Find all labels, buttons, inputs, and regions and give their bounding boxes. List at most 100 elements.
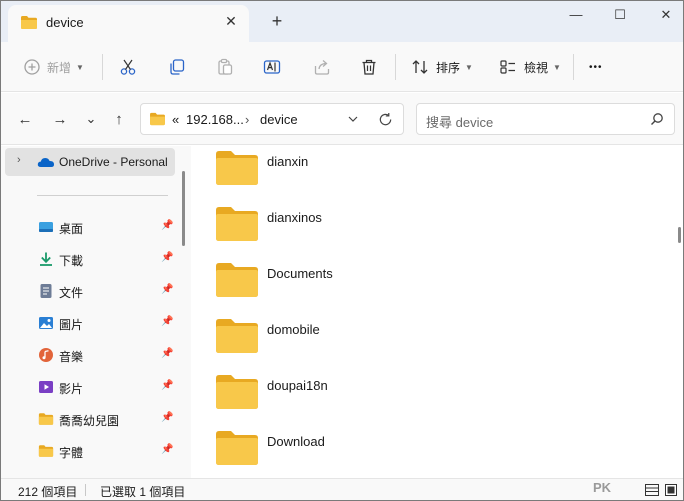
chevron-down-icon: ▼	[76, 62, 84, 72]
minimize-icon[interactable]: —	[561, 3, 591, 27]
sidebar-item-label: 音樂	[59, 350, 84, 364]
sidebar-item-label: 桌面	[59, 222, 84, 236]
breadcrumb-overflow[interactable]: «	[172, 112, 179, 127]
sidebar-item-desktop[interactable]: 桌面 📌	[1, 213, 179, 241]
chevron-down-icon: ▼	[553, 62, 561, 72]
selection-count: 已選取 1 個項目	[100, 485, 186, 499]
onedrive-icon	[37, 158, 55, 167]
tab-device[interactable]: device ✕	[8, 5, 249, 42]
pin-icon[interactable]: 📌	[161, 284, 173, 295]
pin-icon[interactable]: 📌	[161, 380, 173, 391]
sidebar-item-music[interactable]: 音樂 📌	[1, 341, 179, 369]
content-scrollbar[interactable]	[678, 227, 681, 243]
delete-button[interactable]	[360, 54, 378, 80]
details-view-icon[interactable]	[645, 484, 659, 496]
desktop-icon	[39, 222, 53, 232]
paste-button[interactable]	[216, 54, 234, 80]
status-divider	[85, 484, 86, 496]
file-name: doupai18n	[267, 378, 328, 393]
pin-icon[interactable]: 📌	[161, 220, 173, 231]
search-placeholder: 搜尋 device	[426, 115, 494, 130]
pin-icon[interactable]: 📌	[161, 252, 173, 263]
pictures-icon	[39, 317, 53, 329]
sidebar-item-onedrive[interactable]: › OneDrive - Personal	[5, 148, 175, 176]
share-icon	[314, 60, 330, 75]
pin-icon[interactable]: 📌	[161, 316, 173, 327]
maximize-icon[interactable]: ☐	[605, 3, 635, 27]
back-button[interactable]: ←	[15, 109, 35, 129]
chevron-down-icon: ▼	[465, 62, 473, 72]
sidebar-item-label: 喬喬幼兒園	[59, 414, 120, 428]
view-icon	[500, 60, 515, 74]
sidebar-item-fonts[interactable]: 字體 📌	[1, 437, 179, 465]
sidebar-item-folder[interactable]: 喬喬幼兒園 📌	[1, 405, 179, 433]
breadcrumb-item[interactable]: 192.168...	[186, 112, 244, 127]
large-icons-view-icon[interactable]	[665, 484, 677, 496]
sort-button[interactable]: 排序 ▼	[411, 54, 473, 80]
rename-button[interactable]	[263, 54, 281, 80]
breadcrumb-item[interactable]: device	[260, 112, 298, 127]
sidebar-item-videos[interactable]: 影片 📌	[1, 373, 179, 401]
tab-title: device	[46, 15, 84, 30]
new-tab-icon[interactable]: +	[267, 11, 287, 31]
toolbar-divider	[395, 54, 396, 80]
pin-icon[interactable]: 📌	[161, 412, 173, 423]
file-name: Documents	[267, 266, 333, 281]
toolbar-divider	[102, 54, 103, 80]
pin-icon[interactable]: 📌	[161, 444, 173, 455]
folder-icon	[216, 319, 258, 353]
folder-icon	[216, 151, 258, 185]
new-button[interactable]: 新增 ▼	[23, 54, 84, 80]
cut-icon	[120, 59, 136, 75]
pin-icon[interactable]: 📌	[161, 348, 173, 359]
list-item[interactable]: dianxinos	[215, 204, 515, 244]
documents-icon	[40, 284, 52, 298]
chevron-right-icon[interactable]: ›	[17, 154, 21, 166]
list-item[interactable]: dianxin	[215, 148, 515, 188]
list-item[interactable]: Documents	[215, 260, 515, 300]
item-count: 212 個項目	[18, 485, 78, 499]
chevron-down-icon[interactable]	[348, 115, 358, 123]
up-button[interactable]: ↑	[109, 109, 129, 129]
sidebar-item-downloads[interactable]: 下載 📌	[1, 245, 179, 273]
more-button[interactable]: •••	[589, 54, 603, 80]
sidebar-item-label: 影片	[59, 382, 84, 396]
view-button[interactable]: 檢視 ▼	[499, 54, 561, 80]
folder-icon	[38, 413, 54, 425]
folder-icon	[216, 263, 258, 297]
close-window-icon[interactable]: ✕	[651, 3, 681, 27]
file-name: Download	[267, 434, 325, 449]
navigation-pane: › OneDrive - Personal 桌面 📌 下載 📌 文件 📌 圖片 …	[1, 146, 191, 478]
music-icon	[39, 348, 53, 362]
list-item[interactable]: doupai18n	[215, 372, 515, 412]
sidebar-item-label: 文件	[59, 286, 84, 300]
search-box[interactable]: 搜尋 device	[416, 103, 675, 135]
sidebar-item-documents[interactable]: 文件 📌	[1, 277, 179, 305]
sidebar-item-label: OneDrive - Personal	[59, 155, 168, 169]
delete-icon	[362, 59, 376, 75]
sidebar-item-pictures[interactable]: 圖片 📌	[1, 309, 179, 337]
list-item[interactable]: Download	[215, 428, 515, 468]
folder-icon	[21, 16, 37, 29]
list-item[interactable]: domobile	[215, 316, 515, 356]
file-name: dianxin	[267, 154, 309, 169]
copy-button[interactable]	[168, 54, 186, 80]
paste-icon	[218, 58, 233, 75]
address-bar[interactable]: « 192.168... › device	[140, 103, 404, 135]
close-tab-icon[interactable]: ✕	[222, 12, 240, 30]
cut-button[interactable]	[119, 54, 137, 80]
toolbar-divider	[573, 54, 574, 80]
sidebar-divider	[37, 195, 168, 196]
sidebar-scrollbar[interactable]	[182, 171, 185, 246]
forward-button[interactable]: →	[50, 109, 70, 129]
breadcrumb-separator[interactable]: ›	[245, 112, 249, 127]
more-icon: •••	[589, 61, 603, 73]
refresh-icon[interactable]	[378, 112, 393, 127]
watermark-logo: PK	[593, 480, 612, 495]
file-name: dianxinos	[267, 210, 322, 225]
recent-locations-button[interactable]: ⌄	[81, 109, 101, 129]
add-icon	[24, 59, 40, 75]
sort-icon	[412, 60, 428, 74]
share-button[interactable]	[313, 54, 331, 80]
view-label: 檢視	[524, 60, 549, 75]
